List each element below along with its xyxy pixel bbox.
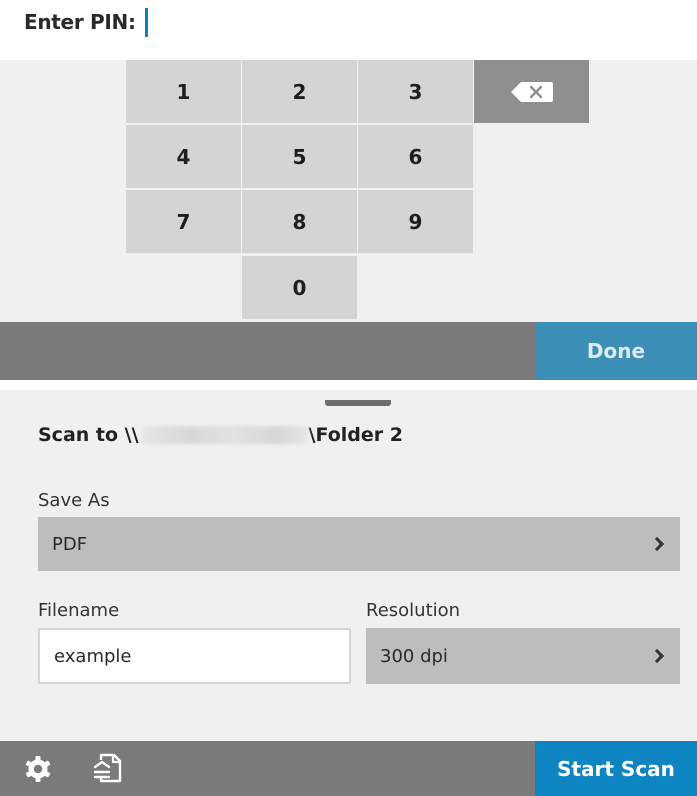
backspace-icon xyxy=(510,81,553,102)
pin-label: Enter PIN: xyxy=(24,10,136,34)
resolution-label: Resolution xyxy=(366,600,461,621)
key-2[interactable]: 2 xyxy=(242,60,357,123)
scan-title-prefix: Scan to \\ xyxy=(38,424,139,446)
drag-handle[interactable] xyxy=(325,390,391,406)
pin-header: Enter PIN: xyxy=(0,0,697,60)
pin-keypad: 1 2 3 4 5 6 7 8 9 0 xyxy=(0,60,697,322)
gear-icon[interactable] xyxy=(24,755,52,783)
chevron-right-icon xyxy=(649,536,665,552)
filename-value: example xyxy=(54,645,132,667)
chevron-right-icon xyxy=(649,648,665,664)
done-button[interactable]: Done xyxy=(535,322,697,380)
save-as-label: Save As xyxy=(38,490,110,511)
bottom-action-bar: Start Scan xyxy=(0,741,697,796)
key-7[interactable]: 7 xyxy=(126,190,241,253)
scan-settings-panel: Scan to \\ \Folder 2 Save As PDF Filenam… xyxy=(0,390,697,741)
backspace-key[interactable] xyxy=(474,60,589,123)
document-scan-icon[interactable] xyxy=(92,751,126,785)
key-1[interactable]: 1 xyxy=(126,60,241,123)
redacted-address xyxy=(140,426,309,444)
start-scan-button[interactable]: Start Scan xyxy=(535,741,697,796)
key-4[interactable]: 4 xyxy=(126,125,241,188)
resolution-value: 300 dpi xyxy=(380,645,448,667)
key-6[interactable]: 6 xyxy=(358,125,473,188)
save-as-select[interactable]: PDF xyxy=(38,517,680,571)
key-9[interactable]: 9 xyxy=(358,190,473,253)
resolution-select[interactable]: 300 dpi xyxy=(366,628,680,684)
key-5[interactable]: 5 xyxy=(242,125,357,188)
pin-input-caret[interactable] xyxy=(145,8,148,37)
key-0[interactable]: 0 xyxy=(242,256,357,319)
scan-destination-title: Scan to \\ \Folder 2 xyxy=(38,424,403,446)
filename-input[interactable]: example xyxy=(38,628,351,684)
save-as-value: PDF xyxy=(52,533,88,555)
key-8[interactable]: 8 xyxy=(242,190,357,253)
scan-title-suffix: \Folder 2 xyxy=(308,424,403,446)
keypad-action-bar: Done xyxy=(0,322,697,380)
filename-label: Filename xyxy=(38,600,120,621)
key-3[interactable]: 3 xyxy=(358,60,473,123)
